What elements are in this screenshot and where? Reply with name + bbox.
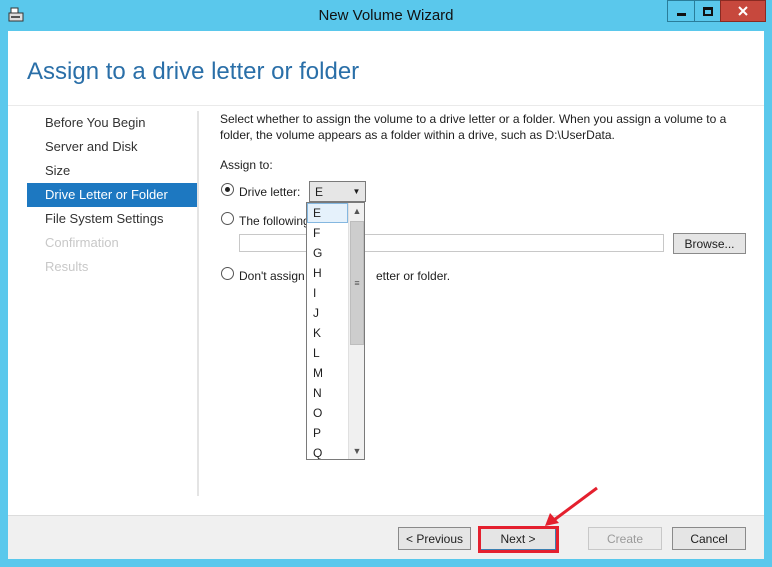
wizard-nav: Before You Begin Server and Disk Size Dr…: [27, 111, 198, 279]
dropdown-scrollbar[interactable]: ▲ ≡ ▼: [348, 203, 364, 459]
scroll-thumb[interactable]: ≡: [350, 221, 364, 345]
drive-letter-options: E F G H I J K L M N O P Q: [307, 203, 348, 459]
assign-to-label: Assign to:: [220, 158, 273, 172]
radio-folder[interactable]: [221, 212, 234, 225]
drive-letter-select[interactable]: E ▼: [309, 181, 366, 202]
close-button[interactable]: [720, 0, 766, 22]
dropdown-option[interactable]: L: [307, 343, 348, 363]
dropdown-option[interactable]: G: [307, 243, 348, 263]
button-bar: < Previous Next > Create Cancel: [8, 516, 764, 559]
maximize-icon: [702, 6, 713, 16]
dropdown-option[interactable]: I: [307, 283, 348, 303]
close-icon: [738, 6, 748, 16]
window-title: New Volume Wizard: [318, 7, 454, 24]
dont-assign-label-start[interactable]: Don't assign: [239, 269, 305, 283]
page-title: Assign to a drive letter or folder: [27, 58, 360, 85]
title-bar[interactable]: New Volume Wizard: [0, 0, 772, 31]
dropdown-option[interactable]: P: [307, 423, 348, 443]
dropdown-option[interactable]: J: [307, 303, 348, 323]
description-text: Select whether to assign the volume to a…: [220, 112, 727, 142]
browse-button[interactable]: Browse...: [673, 233, 746, 254]
wizard-body: Assign to a drive letter or folder Befor…: [8, 31, 764, 559]
minimize-icon: [676, 12, 686, 16]
dropdown-option[interactable]: H: [307, 263, 348, 283]
scroll-down-icon[interactable]: ▼: [349, 443, 364, 459]
nav-item-file-system-settings[interactable]: File System Settings: [27, 207, 198, 231]
nav-item-results: Results: [45, 259, 89, 274]
previous-button[interactable]: < Previous: [398, 527, 471, 550]
nav-item-confirmation: Confirmation: [45, 235, 119, 250]
maximize-button[interactable]: [694, 0, 720, 22]
nav-item-drive-letter-or-folder[interactable]: Drive Letter or Folder: [27, 183, 198, 207]
dropdown-option[interactable]: N: [307, 383, 348, 403]
folder-path-input[interactable]: [239, 234, 664, 252]
nav-item-server-and-disk[interactable]: Server and Disk: [27, 135, 198, 159]
nav-item-before-you-begin[interactable]: Before You Begin: [27, 111, 198, 135]
folder-option-label[interactable]: The following: [239, 214, 310, 228]
dropdown-arrow-icon[interactable]: ▼: [348, 182, 365, 201]
nav-divider: [197, 111, 199, 496]
annotation-arrow-icon: [545, 486, 598, 526]
dont-assign-label-end[interactable]: etter or folder.: [376, 269, 450, 283]
radio-drive-letter[interactable]: [221, 183, 234, 196]
dropdown-option[interactable]: Q: [307, 443, 348, 459]
drive-letter-label[interactable]: Drive letter:: [239, 185, 300, 199]
scroll-up-icon[interactable]: ▲: [349, 203, 364, 219]
minimize-button[interactable]: [667, 0, 694, 22]
dropdown-option[interactable]: K: [307, 323, 348, 343]
nav-item-size[interactable]: Size: [27, 159, 198, 183]
create-button: Create: [588, 527, 662, 550]
drive-letter-dropdown-list[interactable]: E F G H I J K L M N O P Q ▲ ≡ ▼: [306, 202, 365, 460]
dropdown-option[interactable]: F: [307, 223, 348, 243]
drive-letter-value: E: [315, 185, 324, 199]
cancel-button[interactable]: Cancel: [672, 527, 746, 550]
dropdown-option[interactable]: E: [307, 203, 348, 223]
content-panel: Select whether to assign the volume to a…: [220, 111, 750, 283]
next-highlight-box: [478, 526, 559, 553]
dropdown-option[interactable]: M: [307, 363, 348, 383]
dropdown-option[interactable]: O: [307, 403, 348, 423]
header-divider: [8, 105, 764, 106]
radio-dont-assign[interactable]: [221, 267, 234, 280]
